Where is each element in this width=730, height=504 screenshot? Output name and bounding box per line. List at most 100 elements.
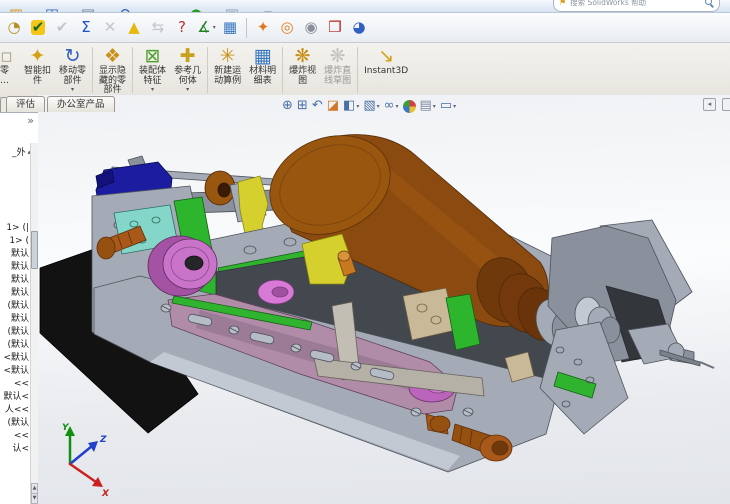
driveworksxpress-icon[interactable]: ❒ bbox=[323, 16, 347, 40]
edit-appearance-icon[interactable] bbox=[402, 99, 416, 113]
bill-of-materials-button[interactable]: ▦ 材料明 细表 bbox=[245, 43, 280, 97]
simulationxpress-icon[interactable]: ✦ bbox=[251, 16, 275, 40]
equations-glyph: Σ bbox=[81, 18, 91, 36]
flyout-expand-icon[interactable]: » bbox=[0, 113, 38, 127]
print-icon[interactable]: ▤ bbox=[76, 2, 100, 12]
dropdown-caret-icon[interactable]: ▾ bbox=[395, 103, 398, 110]
exploded-view-button[interactable]: ❋ 爆炸视图 bbox=[285, 43, 320, 97]
design-table-glyph: ▦ bbox=[222, 18, 238, 36]
dfmxpress-icon[interactable]: ◉ bbox=[299, 16, 323, 40]
draft-analysis-glyph: ▲ bbox=[128, 18, 140, 36]
button-label: 移动零 部件 bbox=[59, 66, 87, 86]
zoom-to-area-icon[interactable]: ⊞ bbox=[297, 98, 308, 114]
explode-line-sketch-button[interactable]: ❋ 爆炸直 线草图 bbox=[320, 43, 355, 97]
sidebar-scrollbar[interactable]: ▲ ▼ bbox=[30, 143, 38, 504]
dropdown-caret-icon[interactable]: ▾ bbox=[71, 87, 74, 93]
dropdown-caret-icon[interactable]: ▾ bbox=[377, 103, 380, 110]
apply-scene-icon[interactable]: ▤ ▾ bbox=[420, 98, 436, 114]
dropdown-caret-icon[interactable]: ▾ bbox=[151, 87, 154, 93]
graphics-area[interactable]: ⊕ ⊞ ↶ ◪ ◧ ▾ ▧ ▾ ∞ ▾ ▤ ▾ ▭ ▾ ◂ Y Z X bbox=[38, 95, 730, 504]
save-icon[interactable]: ◫ bbox=[40, 2, 64, 12]
dropdown-caret-icon[interactable]: ▾ bbox=[213, 24, 216, 31]
toolbar-options-icon[interactable]: ▾ bbox=[256, 2, 280, 12]
triad-x-label: X bbox=[101, 489, 110, 499]
exploded-view-icon: ❋ bbox=[294, 45, 311, 67]
scroll-down-icon[interactable]: ▼ bbox=[31, 493, 38, 504]
edit-appearance-glyph bbox=[402, 99, 416, 113]
task-pane-collapse-icon[interactable]: ◂ bbox=[703, 98, 716, 111]
verification-icon[interactable]: ✔ bbox=[50, 16, 74, 40]
view-orientation-glyph: ◧ bbox=[343, 98, 356, 113]
symmetry-check-icon[interactable]: ⇆ bbox=[146, 16, 170, 40]
button-label: 材料明 细表 bbox=[249, 66, 277, 86]
search-box[interactable]: ⚑ 搜索 SolidWorks 帮助 bbox=[553, 0, 720, 12]
verification-glyph: ✔ bbox=[55, 18, 69, 36]
task-pane-stub[interactable] bbox=[722, 98, 730, 111]
select-glyph: ▭ bbox=[152, 6, 168, 12]
measure-icon[interactable]: ∡ ▾ bbox=[194, 16, 218, 40]
zoom-to-fit-icon[interactable]: ⊕ bbox=[282, 98, 293, 114]
button-label: 爆炸直 线草图 bbox=[324, 66, 352, 86]
command-manager-ribbon: ▫零…✦智能扣件↻移动零部件▾❖显示隐藏的零部件▾⊠装配体特征▾✚参考几何体▾✳… bbox=[0, 43, 730, 98]
show-hidden-components-button[interactable]: ❖显示隐藏的零部件▾ bbox=[95, 43, 130, 97]
pulley-bore bbox=[184, 255, 204, 271]
needle-tip[interactable] bbox=[699, 361, 715, 369]
view-orientation-icon[interactable]: ◧ ▾ bbox=[343, 98, 359, 114]
file-properties-icon[interactable]: ▣ bbox=[220, 2, 244, 12]
smart-fasteners-button[interactable]: ✦ 智能扣件 bbox=[20, 43, 55, 97]
show-hidden-components-icon: ❖ bbox=[104, 45, 122, 67]
button-label: 新建运 动算例 bbox=[214, 66, 242, 86]
tab-evaluate[interactable]: 评估 bbox=[6, 96, 46, 112]
dropdown-caret-icon[interactable]: ▾ bbox=[356, 103, 359, 110]
section-view-icon[interactable]: ◪ bbox=[327, 98, 339, 114]
button-label: 爆炸视图 bbox=[289, 66, 317, 86]
section-view-glyph: ◪ bbox=[326, 98, 340, 113]
previous-view-glyph: ↶ bbox=[311, 98, 323, 113]
insert-component-button[interactable]: ▫ 零… bbox=[0, 43, 20, 97]
tan-block-part[interactable] bbox=[402, 287, 457, 341]
button-label: 智能扣件 bbox=[24, 66, 52, 86]
import-diagnostics-icon[interactable]: ? bbox=[170, 16, 194, 40]
dropdown-caret-icon[interactable]: ▾ bbox=[453, 103, 456, 110]
dropdown-caret-icon[interactable]: ▾ bbox=[186, 87, 189, 93]
previous-view-icon[interactable]: ↶ bbox=[312, 98, 323, 114]
display-style-icon[interactable]: ▧ ▾ bbox=[363, 98, 379, 114]
dropdown-caret-icon[interactable]: ▾ bbox=[433, 103, 436, 110]
equations-icon[interactable]: Σ bbox=[74, 16, 98, 40]
view-settings-icon[interactable]: ▭ ▾ bbox=[440, 98, 456, 114]
design-checker-icon[interactable]: ✔ bbox=[26, 16, 50, 40]
quick-access-toolbar: ▨ ◫ ▤ ↶ ▭ ● ▣ ▾ bbox=[4, 2, 280, 12]
move-component-button[interactable]: ↻ 移动零 部件 ▾ bbox=[55, 43, 90, 97]
timer-icon[interactable]: ◔ bbox=[2, 16, 26, 40]
open-file-glyph: ▨ bbox=[8, 6, 24, 12]
title-bar: ▨ ◫ ▤ ↶ ▭ ● ▣ ▾ ⚑ 搜索 SolidWorks 帮助 bbox=[0, 0, 730, 13]
reference-geometry-button[interactable]: ✚ 参考几 何体 ▾ bbox=[170, 43, 205, 97]
open-file-icon[interactable]: ▨ bbox=[4, 2, 28, 12]
separator bbox=[246, 17, 247, 38]
search-icon[interactable] bbox=[705, 0, 714, 7]
button-label: 显示隐 藏的零 部件 bbox=[99, 66, 127, 96]
search-input[interactable]: 搜索 SolidWorks 帮助 bbox=[570, 0, 701, 8]
insert-component-icon: ▫ bbox=[0, 45, 13, 67]
tab-office-products[interactable]: 办公室产品 bbox=[47, 96, 115, 112]
scrollbar-thumb[interactable] bbox=[31, 231, 38, 269]
dfmxpress-glyph: ◉ bbox=[304, 18, 318, 36]
select-icon[interactable]: ▭ bbox=[148, 2, 172, 12]
brown-screw-head bbox=[96, 236, 116, 260]
save-glyph: ◫ bbox=[44, 6, 60, 12]
undo-icon[interactable]: ↶ bbox=[112, 2, 136, 12]
assembly-features-button[interactable]: ⊠ 装配体 特征 ▾ bbox=[135, 43, 170, 97]
floxpress-icon[interactable]: ◎ bbox=[275, 16, 299, 40]
design-table-icon[interactable]: ▦ bbox=[218, 16, 242, 40]
instant3d-button[interactable]: ↘ Instant3D bbox=[360, 43, 412, 97]
heads-up-view-toolbar: ⊕ ⊞ ↶ ◪ ◧ ▾ ▧ ▾ ∞ ▾ ▤ ▾ ▭ ▾ bbox=[282, 98, 456, 114]
edrawings-icon[interactable]: ◕ bbox=[347, 16, 371, 40]
toolbar-options-glyph: ▾ bbox=[263, 6, 273, 12]
interference-detection-glyph: ✕ bbox=[103, 18, 117, 36]
draft-analysis-icon[interactable]: ▲ bbox=[122, 16, 146, 40]
new-motion-study-button[interactable]: ✳ 新建运 动算例 bbox=[210, 43, 245, 97]
hide-show-items-icon[interactable]: ∞ ▾ bbox=[384, 98, 399, 114]
interference-detection-icon[interactable]: ✕ bbox=[98, 16, 122, 40]
rebuild-icon[interactable]: ● bbox=[184, 2, 208, 12]
assembly-model[interactable]: Y Z X bbox=[38, 112, 730, 504]
